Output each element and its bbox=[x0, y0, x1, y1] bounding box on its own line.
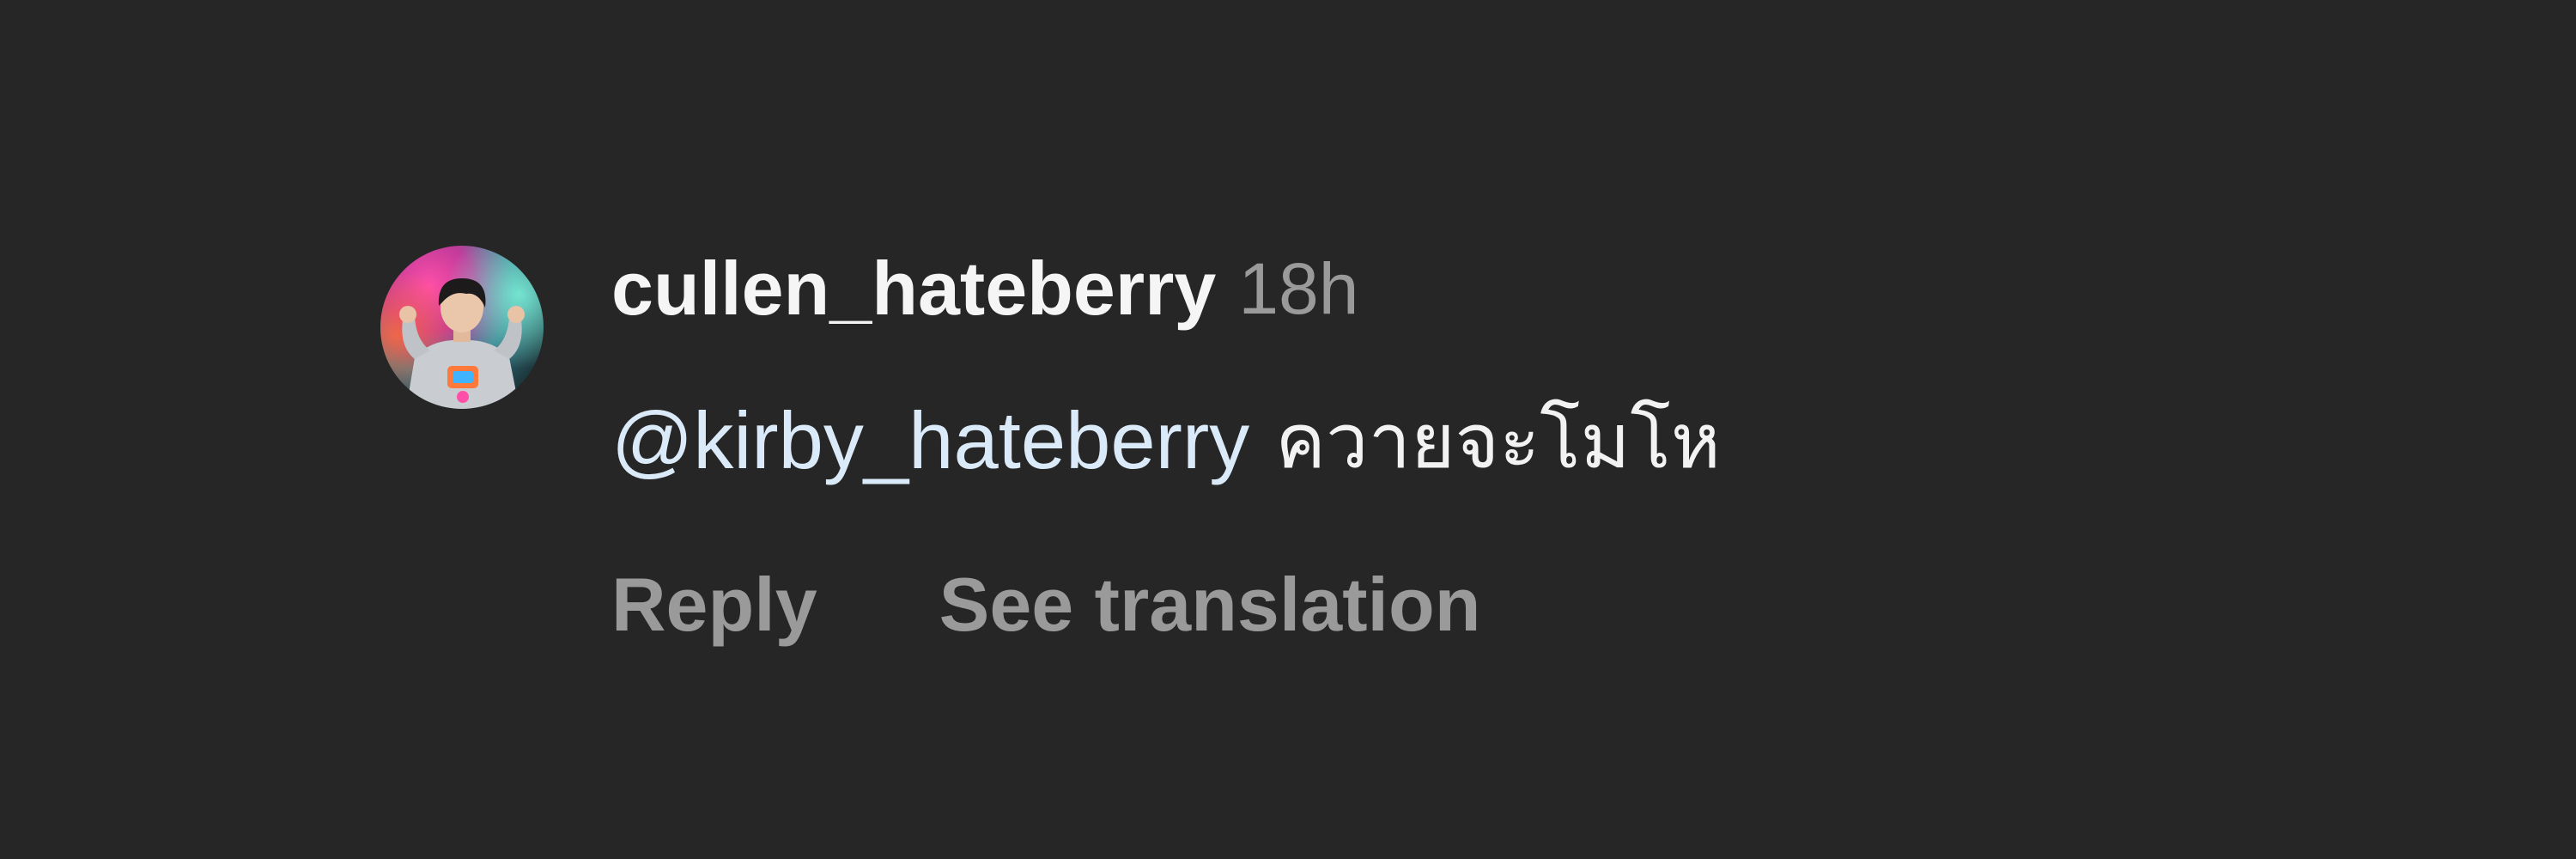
comment-body: @kirby_hateberry ควายจะโมโห bbox=[611, 393, 1721, 488]
comment-header: cullen_hateberry 18h bbox=[611, 246, 1358, 332]
username-link[interactable]: cullen_hateberry bbox=[611, 245, 1216, 332]
comment-text: ควายจะโมโห bbox=[1275, 397, 1721, 485]
reply-button[interactable]: Reply bbox=[611, 561, 817, 649]
mention-link[interactable]: @kirby_hateberry bbox=[611, 394, 1249, 487]
user-avatar-photo-icon bbox=[380, 246, 544, 409]
avatar[interactable] bbox=[380, 246, 544, 409]
timestamp: 18h bbox=[1238, 247, 1359, 329]
comment-actions: Reply See translation bbox=[611, 562, 1481, 648]
see-translation-button[interactable]: See translation bbox=[939, 561, 1481, 649]
comment-item: cullen_hateberry 18h @kirby_hateberry คว… bbox=[0, 0, 2576, 859]
